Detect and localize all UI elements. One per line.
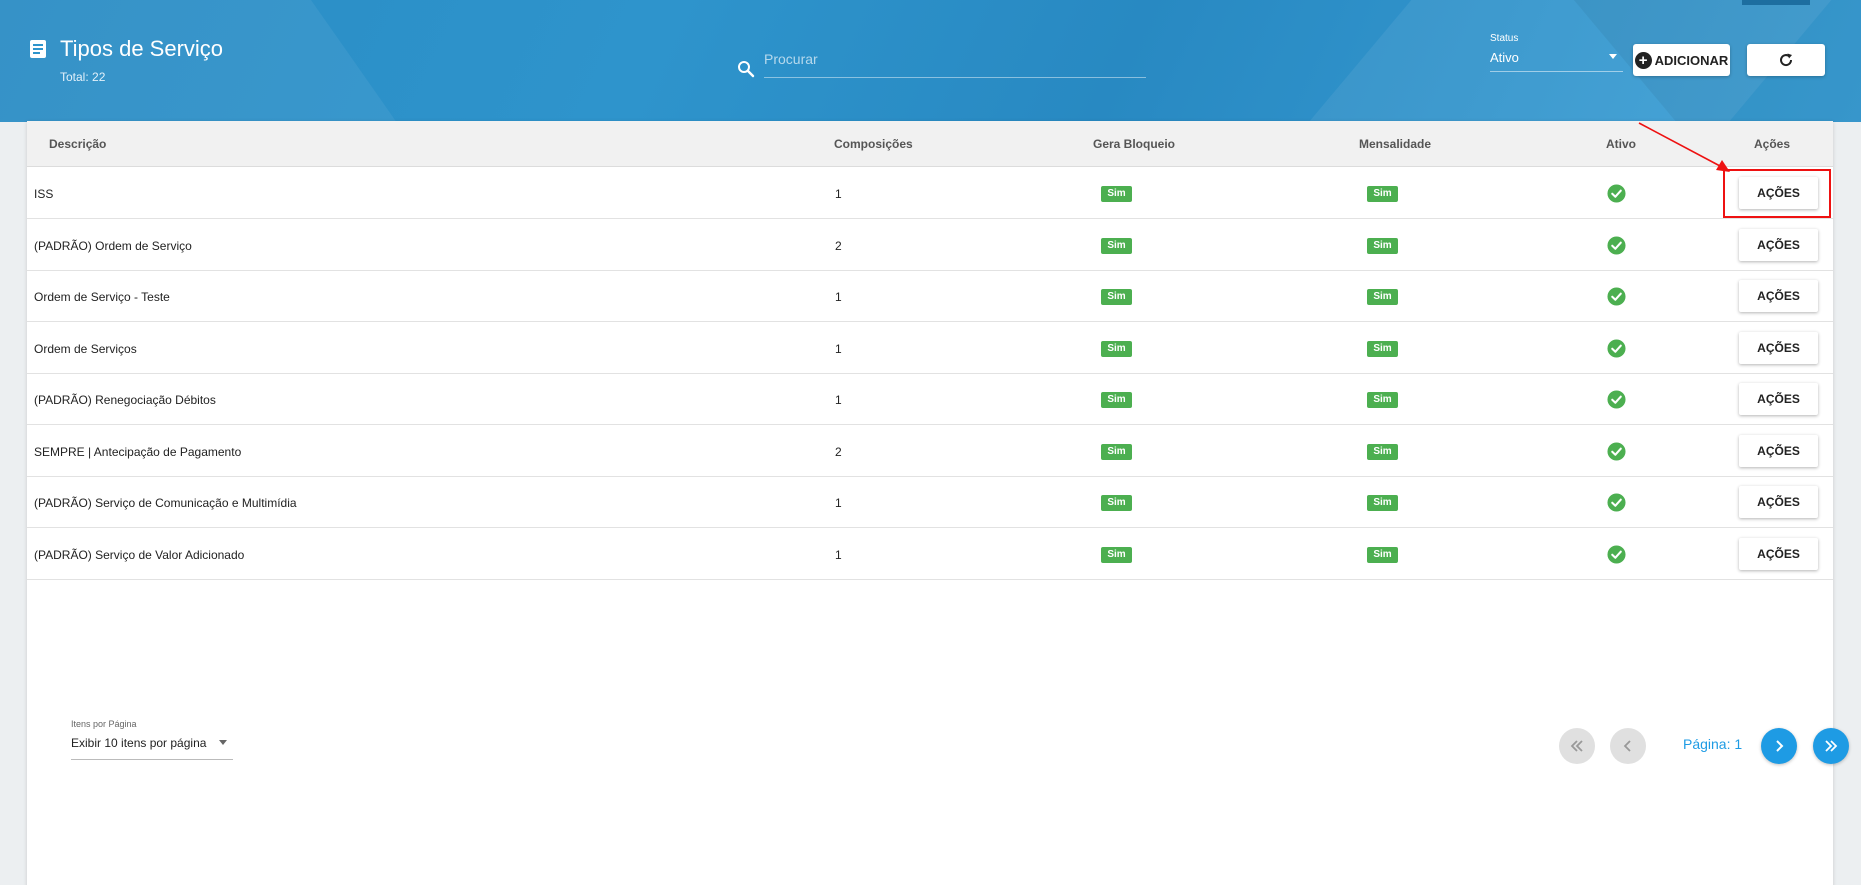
page-title: Tipos de Serviço bbox=[60, 36, 224, 61]
acoes-button[interactable]: AÇÕES bbox=[1739, 280, 1818, 312]
table-row[interactable]: Ordem de Serviço - Teste 1 Sim Sim AÇÕES bbox=[27, 271, 1833, 322]
cell-composicoes: 2 bbox=[835, 444, 842, 459]
check-circle-icon bbox=[1607, 184, 1626, 203]
cell-composicoes: 1 bbox=[835, 547, 842, 562]
table-row[interactable]: (PADRÃO) Ordem de Serviço 2 Sim Sim AÇÕES bbox=[27, 220, 1833, 271]
gera-bloqueio-badge: Sim bbox=[1101, 495, 1132, 511]
cell-composicoes: 1 bbox=[835, 496, 842, 510]
acoes-button[interactable]: AÇÕES bbox=[1739, 486, 1818, 518]
mensalidade-badge: Sim bbox=[1367, 546, 1398, 563]
gera-bloqueio-badge: Sim bbox=[1101, 443, 1132, 460]
search-input[interactable] bbox=[764, 46, 1146, 78]
check-circle-icon bbox=[1607, 235, 1626, 255]
acoes-button[interactable]: AÇÕES bbox=[1739, 228, 1818, 261]
mensalidade-badge: Sim bbox=[1367, 340, 1398, 357]
refresh-button[interactable] bbox=[1747, 44, 1825, 76]
status-label: Status bbox=[1490, 33, 1519, 44]
cell-composicoes: 1 bbox=[835, 393, 842, 407]
table-row[interactable]: (PADRÃO) Serviço de Valor Adicionado 1 Sim… bbox=[27, 529, 1833, 580]
column-header-composicoes[interactable]: Composições bbox=[834, 137, 913, 151]
column-header-gera-bloqueio[interactable]: Gera Bloqueio bbox=[1093, 137, 1175, 151]
first-page-button[interactable] bbox=[1559, 728, 1595, 764]
annotation-arrow-icon bbox=[1638, 122, 1730, 172]
table-row[interactable]: Ordem de Serviços 1 Sim Sim AÇÕES bbox=[27, 323, 1833, 374]
column-header-descricao[interactable]: Descrição bbox=[49, 137, 106, 151]
gera-bloqueio-badge: Sim bbox=[1101, 237, 1132, 254]
gera-bloqueio-badge: Sim bbox=[1101, 289, 1132, 305]
status-filter: Status Ativo bbox=[1490, 33, 1623, 72]
mensalidade-badge: Sim bbox=[1367, 495, 1398, 511]
gera-bloqueio-badge: Sim bbox=[1101, 186, 1132, 202]
header-tab-indicator bbox=[1742, 0, 1810, 5]
search-icon bbox=[738, 61, 755, 78]
cell-descricao: SEMPRE | Antecipação de Pagamento bbox=[34, 444, 242, 459]
cell-descricao: (PADRÃO) Serviço de Valor Adicionado bbox=[34, 547, 245, 562]
page-title-group: Tipos de Serviço bbox=[29, 36, 223, 62]
cell-descricao: Ordem de Serviços bbox=[34, 341, 137, 356]
table-card: Descrição Composições Gera Bloqueio Mens… bbox=[27, 121, 1849, 885]
acoes-button[interactable]: AÇÕES bbox=[1739, 383, 1818, 415]
page-indicator: Página: 1 bbox=[1683, 736, 1743, 752]
acoes-button[interactable]: AÇÕES bbox=[1739, 331, 1818, 364]
cell-composicoes: 2 bbox=[835, 238, 842, 253]
mensalidade-badge: Sim bbox=[1367, 237, 1398, 254]
check-circle-icon bbox=[1607, 338, 1626, 358]
cell-composicoes: 1 bbox=[835, 341, 842, 356]
status-select[interactable]: Ativo bbox=[1490, 50, 1623, 72]
column-header-ativo[interactable]: Ativo bbox=[1606, 137, 1636, 151]
cell-descricao: (PADRÃO) Renegociação Débitos bbox=[34, 393, 216, 407]
acoes-button[interactable]: AÇÕES bbox=[1739, 434, 1818, 467]
cell-composicoes: 1 bbox=[835, 290, 842, 304]
mensalidade-badge: Sim bbox=[1367, 186, 1398, 202]
page-header: Tipos de Serviço Total: 22 Status Ativo … bbox=[0, 0, 1861, 122]
caret-down-icon bbox=[219, 740, 227, 745]
next-page-icon bbox=[1776, 740, 1784, 752]
highlight-box bbox=[1723, 169, 1831, 218]
mensalidade-badge: Sim bbox=[1367, 392, 1398, 408]
mensalidade-badge: Sim bbox=[1367, 443, 1398, 460]
table-row[interactable]: (PADRÃO) Serviço de Comunicação e Multim… bbox=[27, 477, 1833, 528]
last-page-button[interactable] bbox=[1813, 728, 1849, 764]
mensalidade-badge: Sim bbox=[1367, 289, 1398, 305]
gera-bloqueio-badge: Sim bbox=[1101, 392, 1132, 408]
items-per-page-select[interactable]: Exibir 10 itens por página bbox=[71, 736, 233, 760]
check-circle-icon bbox=[1607, 493, 1626, 512]
plus-circle-icon: + bbox=[1634, 51, 1652, 69]
items-per-page-value: Exibir 10 itens por página bbox=[71, 736, 207, 750]
add-button[interactable]: + ADICIONAR bbox=[1633, 44, 1730, 76]
last-page-icon bbox=[1825, 740, 1838, 752]
acoes-button[interactable]: AÇÕES bbox=[1739, 537, 1818, 570]
prev-page-button[interactable] bbox=[1610, 728, 1646, 764]
prev-page-icon bbox=[1623, 740, 1631, 752]
items-per-page-label: Itens por Página bbox=[71, 719, 137, 729]
gera-bloqueio-badge: Sim bbox=[1101, 340, 1132, 357]
check-circle-icon bbox=[1607, 441, 1626, 461]
search-box bbox=[737, 46, 1146, 78]
cell-composicoes: 1 bbox=[835, 187, 842, 201]
check-circle-icon bbox=[1607, 390, 1626, 409]
total-count: Total: 22 bbox=[60, 70, 106, 84]
check-circle-icon bbox=[1607, 544, 1626, 564]
check-circle-icon bbox=[1607, 287, 1626, 306]
table-row[interactable]: SEMPRE | Antecipação de Pagamento 2 Sim Sim… bbox=[27, 426, 1833, 477]
cell-descricao: Ordem de Serviço - Teste bbox=[34, 290, 170, 304]
refresh-icon bbox=[1780, 53, 1793, 67]
caret-down-icon bbox=[1609, 54, 1617, 59]
cell-descricao: ISS bbox=[34, 187, 54, 201]
first-page-icon bbox=[1570, 740, 1583, 752]
table-row[interactable]: ISS 1 Sim Sim AÇÕES bbox=[27, 168, 1833, 219]
column-header-acoes: Ações bbox=[1754, 137, 1791, 151]
add-button-label: ADICIONAR bbox=[1654, 52, 1729, 68]
items-per-page: Itens por Página Exibir 10 itens por pág… bbox=[71, 719, 233, 760]
column-header-mensalidade[interactable]: Mensalidade bbox=[1359, 137, 1431, 151]
table-row[interactable]: (PADRÃO) Renegociação Débitos 1 Sim Sim AÇÕE… bbox=[27, 374, 1833, 425]
cell-descricao: (PADRÃO) Ordem de Serviço bbox=[34, 238, 192, 253]
table-header: Descrição Composições Gera Bloqueio Mens… bbox=[27, 121, 1833, 167]
document-icon bbox=[30, 40, 46, 58]
next-page-button[interactable] bbox=[1761, 728, 1797, 764]
status-value: Ativo bbox=[1490, 50, 1519, 65]
gera-bloqueio-badge: Sim bbox=[1101, 546, 1132, 563]
cell-descricao: (PADRÃO) Serviço de Comunicação e Multim… bbox=[34, 496, 297, 510]
